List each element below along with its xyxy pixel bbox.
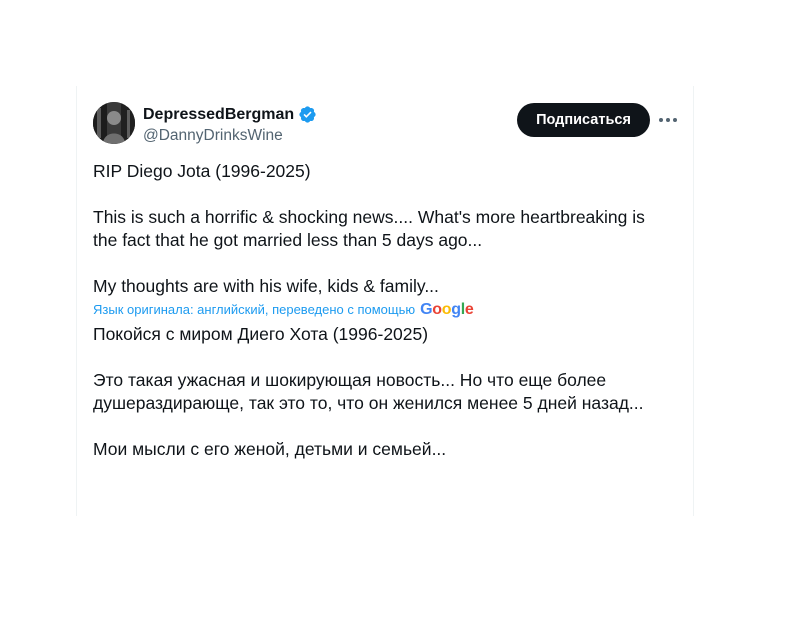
follow-button[interactable]: Подписаться: [517, 103, 650, 137]
more-horizontal-icon[interactable]: [657, 110, 679, 130]
tweet-line: the fact that he got married less than 5…: [93, 230, 483, 250]
translated-line: Мои мысли с его женой, детьми и семьей..…: [93, 439, 447, 459]
translated-line: Это такая ужасная и шокирующая новость..…: [93, 370, 607, 390]
translation-note: Язык оригинала: английский, переведено с…: [93, 299, 683, 319]
tweet-body: RIP Diego Jota (1996-2025) This is such …: [93, 160, 683, 461]
translated-text: Покойся с миром Диего Хота (1996-2025) Э…: [93, 323, 683, 461]
avatar-image: [93, 102, 135, 144]
tweet-line: RIP Diego Jota (1996-2025): [93, 161, 311, 181]
translated-line: Покойся с миром Диего Хота (1996-2025): [93, 324, 429, 344]
google-logo: Google: [420, 300, 474, 318]
translation-label[interactable]: Язык оригинала: английский, переведено с…: [93, 298, 415, 321]
display-name-row: DepressedBergman: [143, 104, 317, 125]
user-handle[interactable]: @DannyDrinksWine: [143, 127, 317, 145]
display-name[interactable]: DepressedBergman: [143, 106, 294, 124]
tweet-line: My thoughts are with his wife, kids & fa…: [93, 276, 439, 296]
user-info: DepressedBergman @DannyDrinksWine: [143, 104, 317, 145]
tweet-line: This is such a horrific & shocking news.…: [93, 207, 645, 227]
verified-badge-icon: [298, 105, 317, 124]
translated-line: душераздирающе, так это то, что он женил…: [93, 393, 644, 413]
tweet-card: DepressedBergman @DannyDrinksWine Подпис…: [76, 86, 694, 516]
avatar[interactable]: [93, 102, 135, 144]
